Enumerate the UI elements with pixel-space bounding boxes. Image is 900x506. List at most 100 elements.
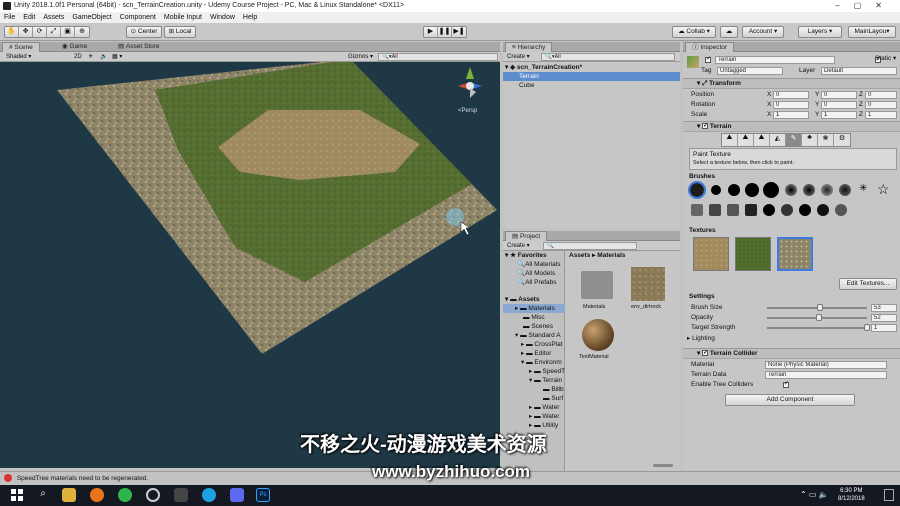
material-sphere-icon[interactable] (582, 319, 614, 351)
project-search-input[interactable]: 🔍 (543, 242, 637, 250)
scale-y-field[interactable]: 1 (821, 111, 857, 119)
menu-file[interactable]: File (4, 12, 15, 23)
opacity-slider-thumb[interactable] (816, 314, 822, 321)
opacity-field[interactable]: 52 (871, 314, 897, 322)
pivot-center-button[interactable]: ⊙ Center (126, 26, 162, 38)
tree-surface[interactable]: ▬ Surf (543, 394, 563, 403)
tree-water-2[interactable]: ▸ ▬ Water (529, 412, 559, 421)
tree-misc[interactable]: ▬ Misc (523, 313, 545, 322)
unity-taskbar-icon[interactable] (174, 488, 188, 502)
brush-soft-2-icon[interactable] (803, 184, 815, 196)
tree-materials[interactable]: ▸ ▬ Materials (503, 304, 565, 313)
brush-size-slider-thumb[interactable] (817, 304, 823, 311)
thumbnail-size-slider[interactable] (653, 464, 673, 467)
file-explorer-icon[interactable] (62, 488, 76, 502)
account-button[interactable]: Account ▾ (742, 26, 784, 38)
search-icon[interactable]: ⌕ (36, 488, 50, 502)
firefox-icon[interactable] (90, 488, 104, 502)
brush-splat-2-icon[interactable] (839, 184, 851, 196)
status-message[interactable]: SpeedTree materials need to be regenerat… (17, 475, 148, 482)
menu-assets[interactable]: Assets (43, 12, 64, 23)
messenger-icon[interactable] (118, 488, 132, 502)
tree-water[interactable]: ▸ ▬ Water (529, 403, 559, 412)
clock[interactable]: 6:30 PM 8/12/2018 (838, 487, 865, 503)
project-breadcrumb[interactable]: Assets ▸ Materials (569, 251, 625, 260)
tree-environment[interactable]: ▾ ▬ Environm (521, 358, 562, 367)
brush-round-3-icon[interactable] (745, 183, 759, 197)
scene-root-row[interactable]: ▾ ◈ scn_TerrainCreation* (505, 63, 582, 72)
brush-star-small-icon[interactable]: ✳ (859, 184, 869, 194)
window-controls[interactable]: –▢✕ (835, 0, 896, 12)
target-strength-slider-thumb[interactable] (864, 324, 870, 331)
menu-window[interactable]: Window (210, 12, 235, 23)
tree-scenes[interactable]: ▬ Scenes (523, 322, 553, 331)
add-component-button[interactable]: Add Component (725, 394, 855, 406)
scene-effects-icon[interactable]: ▦ ▾ (112, 52, 122, 62)
tab-asset-store[interactable]: ▤ Asset Store (112, 42, 166, 52)
lighting-foldout[interactable]: ▸ Lighting (687, 334, 715, 343)
layers-dropdown[interactable]: Layers ▾ (798, 26, 842, 38)
rotation-z-field[interactable]: 0 (865, 101, 897, 109)
texture-sand-swatch[interactable] (693, 237, 729, 271)
brush-texture-5-icon[interactable] (763, 204, 775, 216)
scale-tool-icon[interactable]: ⤢ (47, 27, 61, 37)
terrain-viewport[interactable]: <Persp (0, 52, 500, 468)
scene-lighting-icon[interactable]: ☀ (88, 52, 93, 62)
menu-component[interactable]: Component (120, 12, 156, 23)
pause-icon[interactable]: ❚❚ (438, 27, 452, 37)
target-strength-slider[interactable] (767, 324, 870, 331)
action-center-icon[interactable] (884, 489, 894, 501)
project-create-button[interactable]: Create ▾ (507, 241, 530, 251)
terrain-component-header[interactable]: ▾ Terrain (683, 121, 900, 132)
hand-tool-icon[interactable]: ✋ (5, 27, 19, 37)
brush-round-4-icon[interactable] (763, 182, 779, 198)
scene-audio-icon[interactable]: 🔈 (100, 52, 107, 62)
position-y-field[interactable]: 0 (821, 91, 857, 99)
pivot-local-button[interactable]: ⊞ Local (164, 26, 196, 38)
smooth-terrain-icon[interactable]: ◭ (770, 134, 786, 146)
transform-header[interactable]: ▾ ⤢ Transform (683, 78, 900, 89)
brush-texture-2-icon[interactable] (709, 204, 721, 216)
terrain-collider-header[interactable]: ▾ Terrain Collider (683, 348, 900, 359)
position-z-field[interactable]: 0 (865, 91, 897, 99)
gameobject-name-field[interactable]: Terrain (715, 56, 835, 64)
menu-gameobject[interactable]: GameObject (72, 12, 111, 23)
scale-x-field[interactable]: 1 (773, 111, 809, 119)
gameobject-active-checkbox[interactable] (705, 55, 711, 64)
hierarchy-search-input[interactable]: 🔍▾All (541, 53, 675, 61)
tree-speedtree[interactable]: ▸ ▬ SpeedT (529, 367, 565, 376)
smooth-height-icon[interactable]: ⛰ (754, 134, 770, 146)
brush-size-slider[interactable] (767, 304, 867, 311)
cloud-icon[interactable]: ☁ (720, 26, 738, 38)
shading-mode-dropdown[interactable]: Shaded ▾ (6, 52, 31, 62)
terrain-data-field[interactable]: Terrain (765, 371, 887, 379)
browser-icon[interactable] (146, 488, 160, 502)
discord-icon[interactable] (230, 488, 244, 502)
tag-dropdown[interactable]: Untagged (717, 67, 783, 75)
brush-texture-1-icon[interactable] (691, 204, 703, 216)
texture-grass-swatch[interactable] (735, 237, 771, 271)
brush-splat-1-icon[interactable] (821, 184, 833, 196)
scale-z-field[interactable]: 1 (865, 111, 897, 119)
brush-hard-small-icon[interactable] (688, 181, 706, 199)
rotate-tool-icon[interactable]: ⟳ (33, 27, 47, 37)
menu-edit[interactable]: Edit (23, 12, 35, 23)
tab-project[interactable]: ▤ Project (505, 231, 548, 241)
favorite-all-prefabs[interactable]: 🔍All Prefabs (517, 278, 557, 287)
scene-search-input[interactable]: 🔍▾All (378, 53, 498, 61)
opacity-slider[interactable] (767, 314, 867, 321)
favorite-all-models[interactable]: 🔍All Models (517, 269, 555, 278)
brush-size-field[interactable]: 53 (871, 304, 897, 312)
scene-orientation-gizmo[interactable] (458, 67, 482, 98)
target-strength-field[interactable]: 1 (871, 324, 897, 332)
photoshop-icon[interactable]: Ps (256, 488, 270, 502)
favorites-header[interactable]: ▾ ★ Favorites (505, 251, 547, 260)
move-tool-icon[interactable]: ✥ (19, 27, 33, 37)
enable-tree-colliders-checkbox[interactable] (782, 380, 789, 389)
tree-editor[interactable]: ▸ ▬ Editor (521, 349, 551, 358)
tree-terrain[interactable]: ▾ ▬ Terrain (529, 376, 562, 385)
paint-texture-icon[interactable]: ✎ (786, 134, 802, 146)
paint-height-icon[interactable]: ⛰ (738, 134, 754, 146)
texture-thumbnail-icon[interactable] (631, 267, 665, 301)
texture-gravel-swatch[interactable] (777, 237, 813, 271)
